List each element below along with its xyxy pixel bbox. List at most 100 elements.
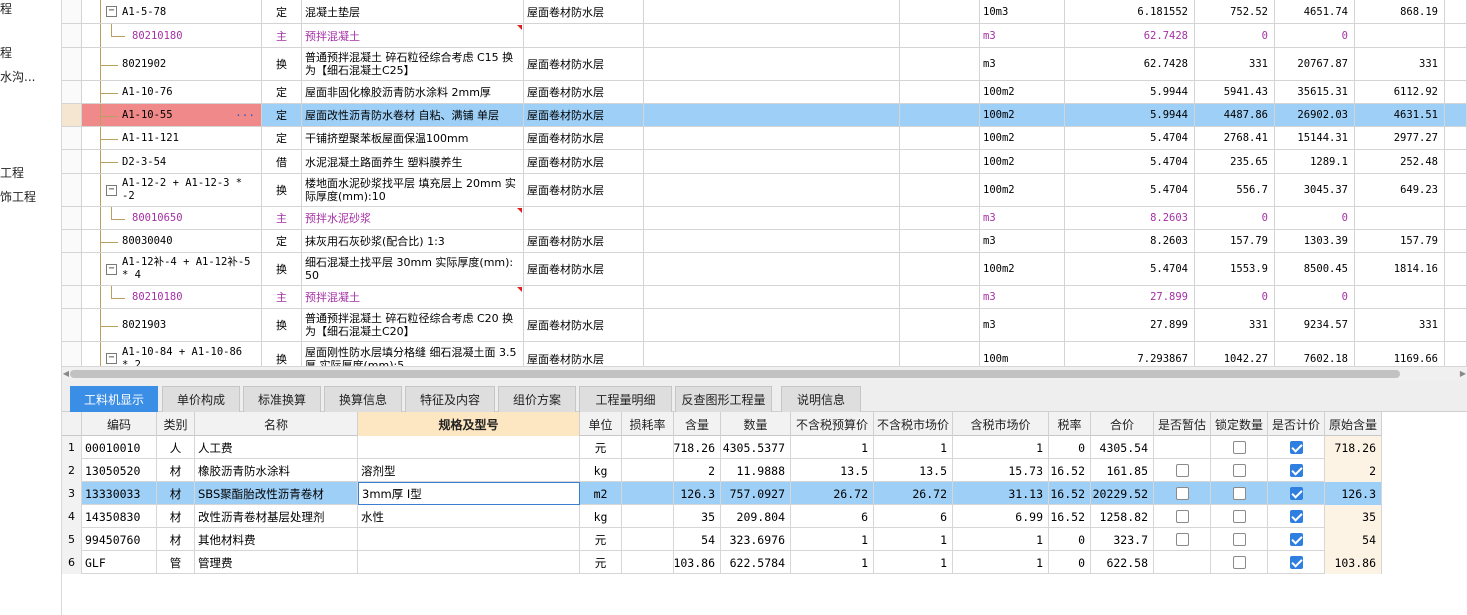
code-cell[interactable]: − A1-12补-4 + A1-12补-5 * 4: [82, 253, 262, 285]
price-cell[interactable]: 4487.86: [1195, 104, 1275, 126]
total-cell[interactable]: 9234.57: [1275, 309, 1355, 341]
blank-cell[interactable]: [900, 207, 980, 229]
header-num[interactable]: [62, 412, 82, 436]
bill-row[interactable]: − A1-5-78 定混凝土垫层 屋面卷材防水层 10m3 6.181552 752.52 4…: [62, 0, 1467, 24]
estimate-checkbox[interactable]: [1175, 464, 1189, 477]
code-cell[interactable]: 13050520: [82, 459, 157, 482]
blank-cell[interactable]: [644, 174, 900, 206]
name-cell[interactable]: 屋面改性沥青防水卷材 自粘、满铺 单层: [302, 104, 524, 126]
total-cell[interactable]: 8500.45: [1275, 253, 1355, 285]
total-cell[interactable]: 0: [1275, 207, 1355, 229]
tm-cell[interactable]: 15.73: [953, 459, 1049, 482]
header-loss[interactable]: 损耗率: [622, 412, 674, 436]
cat-cell[interactable]: 材: [157, 459, 195, 482]
priced-checkbox[interactable]: [1289, 487, 1303, 500]
feature-cell[interactable]: [524, 207, 644, 229]
price-cell[interactable]: 5941.43: [1195, 81, 1275, 103]
code-cell[interactable]: 8021903: [82, 309, 262, 341]
unit-cell[interactable]: m2: [580, 482, 622, 505]
last-cell[interactable]: 1814.16: [1355, 253, 1445, 285]
type-cell[interactable]: 定: [262, 104, 302, 126]
blank-cell[interactable]: [644, 230, 900, 252]
unit-cell[interactable]: 100m: [980, 342, 1065, 366]
est-cell[interactable]: [1154, 459, 1211, 482]
code-cell[interactable]: − A1-5-78: [82, 0, 262, 23]
last-cell[interactable]: 252.48: [1355, 150, 1445, 173]
blank-cell[interactable]: [644, 309, 900, 341]
tm-cell[interactable]: 1: [953, 436, 1049, 459]
feature-cell[interactable]: 屋面卷材防水层: [524, 0, 644, 23]
feature-cell[interactable]: 屋面卷材防水层: [524, 104, 644, 126]
code-cell[interactable]: 80210180: [82, 286, 262, 308]
blank-cell[interactable]: [644, 24, 900, 47]
tab-6[interactable]: 组价方案: [498, 386, 576, 412]
blank-cell[interactable]: [1445, 230, 1467, 252]
lock-quantity-checkbox[interactable]: [1232, 441, 1246, 454]
qty-cell[interactable]: 8.2603: [1065, 207, 1195, 229]
qty-cell[interactable]: 27.899: [1065, 309, 1195, 341]
qty-cell[interactable]: 11.9888: [721, 459, 791, 482]
row-gutter[interactable]: [62, 127, 82, 149]
unit-cell[interactable]: m3: [980, 48, 1065, 80]
blank-cell[interactable]: [1445, 81, 1467, 103]
price-cell[interactable]: 0: [1195, 286, 1275, 308]
tm-cell[interactable]: 1: [953, 551, 1049, 574]
qty-cell[interactable]: 5.4704: [1065, 174, 1195, 206]
name-cell[interactable]: 干铺挤塑聚苯板屋面保温100mm: [302, 127, 524, 149]
header-name[interactable]: 名称: [195, 412, 358, 436]
lock-cell[interactable]: [1211, 528, 1268, 551]
estimate-checkbox[interactable]: [1175, 487, 1189, 500]
type-cell[interactable]: 换: [262, 174, 302, 206]
price-cell[interactable]: 331: [1195, 48, 1275, 80]
qty-cell[interactable]: 622.5784: [721, 551, 791, 574]
blank-cell[interactable]: [644, 286, 900, 308]
rate-cell[interactable]: 16.52: [1049, 482, 1091, 505]
header-tm[interactable]: 含税市场价: [953, 412, 1049, 436]
feature-cell[interactable]: 屋面卷材防水层: [524, 127, 644, 149]
blank-cell[interactable]: [1445, 0, 1467, 23]
row-gutter[interactable]: [62, 81, 82, 103]
price-cell[interactable]: 331: [1195, 309, 1275, 341]
blank-cell[interactable]: [900, 127, 980, 149]
header-priced[interactable]: 是否计价: [1268, 412, 1325, 436]
last-cell[interactable]: 2977.27: [1355, 127, 1445, 149]
lock-cell[interactable]: [1211, 459, 1268, 482]
blank-cell[interactable]: [644, 127, 900, 149]
feature-cell[interactable]: 屋面卷材防水层: [524, 48, 644, 80]
unit-cell[interactable]: 元: [580, 528, 622, 551]
pb-cell[interactable]: 13.5: [791, 459, 874, 482]
price-cell[interactable]: 0: [1195, 24, 1275, 47]
resource-row[interactable]: 2 13050520 材橡胶沥青防水涂料 溶剂型 kg 2 11.9888 13.5 13.5 1…: [62, 459, 1382, 482]
type-cell[interactable]: 主: [262, 207, 302, 229]
loss-cell[interactable]: [622, 551, 674, 574]
unit-cell[interactable]: m3: [980, 24, 1065, 47]
total-cell[interactable]: 20229.52: [1091, 482, 1154, 505]
qty-cell[interactable]: 8.2603: [1065, 230, 1195, 252]
bill-row[interactable]: D2-3-54 借水泥混凝土路面养生 塑料膜养生 屋面卷材防水层 100m2 5.470…: [62, 150, 1467, 174]
blank-cell[interactable]: [1445, 174, 1467, 206]
type-cell[interactable]: 定: [262, 0, 302, 23]
pm-cell[interactable]: 26.72: [874, 482, 953, 505]
unit-cell[interactable]: m3: [980, 207, 1065, 229]
last-cell[interactable]: 6112.92: [1355, 81, 1445, 103]
total-cell[interactable]: 3045.37: [1275, 174, 1355, 206]
type-cell[interactable]: 换: [262, 48, 302, 80]
priced-cell[interactable]: [1268, 505, 1325, 528]
priced-cell[interactable]: [1268, 551, 1325, 574]
lock-cell[interactable]: [1211, 551, 1268, 574]
qty-cell[interactable]: 5.4704: [1065, 127, 1195, 149]
blank-cell[interactable]: [1445, 48, 1467, 80]
type-cell[interactable]: 定: [262, 127, 302, 149]
pm-cell[interactable]: 6: [874, 505, 953, 528]
name-cell[interactable]: 混凝土垫层: [302, 0, 524, 23]
bill-row[interactable]: 80030040 定抹灰用石灰砂浆(配合比) 1:3 屋面卷材防水层 m3 8.2603…: [62, 230, 1467, 253]
header-qty[interactable]: 数量: [721, 412, 791, 436]
qty-cell[interactable]: 27.899: [1065, 286, 1195, 308]
last-cell[interactable]: [1355, 207, 1445, 229]
tab-7[interactable]: 工程量明细: [579, 386, 672, 412]
name-cell[interactable]: 其他材料费: [195, 528, 358, 551]
header-lock[interactable]: 锁定数量: [1211, 412, 1268, 436]
rate-cell[interactable]: 0: [1049, 551, 1091, 574]
estimate-checkbox[interactable]: [1175, 510, 1189, 523]
unit-cell[interactable]: 100m2: [980, 174, 1065, 206]
